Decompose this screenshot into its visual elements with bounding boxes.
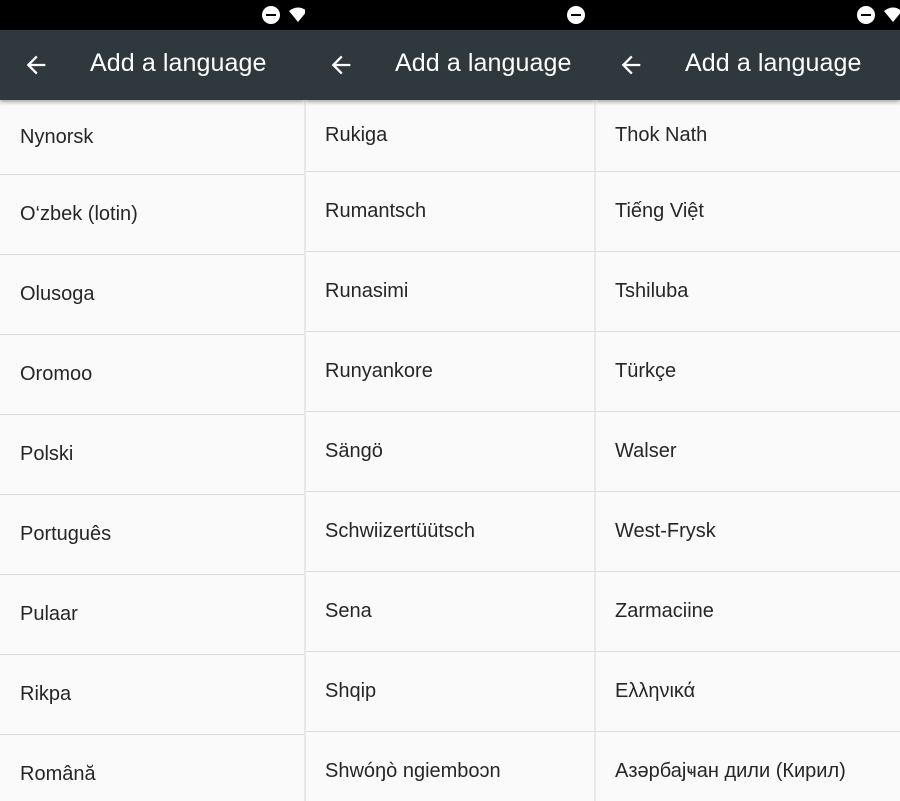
language-item[interactable]: Sängö [305, 412, 595, 492]
page-title: Add a language [685, 49, 862, 77]
page-title: Add a language [395, 49, 572, 77]
language-item[interactable]: Walser [595, 412, 900, 492]
language-item[interactable]: Shwóŋò ngiemboɔn [305, 732, 595, 801]
wifi-icon [884, 7, 900, 22]
language-item[interactable]: Sena [305, 572, 595, 652]
app-bar: Add a language [0, 30, 305, 100]
do-not-disturb-icon [567, 6, 585, 24]
app-bar: Add a language [595, 30, 900, 100]
status-icons [262, 6, 305, 24]
do-not-disturb-icon [262, 6, 280, 24]
language-item[interactable]: Tiếng Việt [595, 172, 900, 252]
language-list: Rukiga Rumantsch Runasimi Runyankore Sän… [305, 100, 595, 801]
panel-3: Add a language Thok Nath Tiếng Việt Tshi… [595, 0, 900, 801]
panel-1: Add a language Nynorsk O‘zbek (lotin) Ol… [0, 0, 305, 801]
language-item[interactable]: Thok Nath [595, 100, 900, 172]
status-bar [595, 0, 900, 30]
language-item[interactable]: Runyankore [305, 332, 595, 412]
screenshot-collage: Add a language Nynorsk O‘zbek (lotin) Ol… [0, 0, 900, 801]
language-list: Thok Nath Tiếng Việt Tshiluba Türkçe Wal… [595, 100, 900, 801]
panel-2: Add a language Rukiga Rumantsch Runasimi… [305, 0, 595, 801]
language-item[interactable]: Polski [0, 415, 305, 495]
app-bar: Add a language [305, 30, 595, 100]
language-item[interactable]: Oromoo [0, 335, 305, 415]
language-item[interactable]: Ελληνικά [595, 652, 900, 732]
back-arrow-icon[interactable] [617, 51, 645, 79]
language-item[interactable]: Азәрбајҹан дили (Кирил) [595, 732, 900, 801]
language-item[interactable]: Olusoga [0, 255, 305, 335]
language-item[interactable]: Português [0, 495, 305, 575]
language-item[interactable]: Rikpa [0, 655, 305, 735]
language-item[interactable]: Tshiluba [595, 252, 900, 332]
back-arrow-icon[interactable] [22, 51, 50, 79]
language-list: Nynorsk O‘zbek (lotin) Olusoga Oromoo Po… [0, 100, 305, 801]
status-bar [0, 0, 305, 30]
panel-divider [304, 100, 306, 801]
back-arrow-icon[interactable] [327, 51, 355, 79]
do-not-disturb-icon [857, 6, 875, 24]
language-item[interactable]: Rukiga [305, 100, 595, 172]
language-item[interactable]: Türkçe [595, 332, 900, 412]
language-item[interactable]: Rumantsch [305, 172, 595, 252]
language-item[interactable]: Schwiizertüütsch [305, 492, 595, 572]
language-item[interactable]: Runasimi [305, 252, 595, 332]
wifi-icon [289, 7, 305, 22]
status-icons [857, 6, 900, 24]
panel-divider [594, 100, 596, 801]
language-item[interactable]: O‘zbek (lotin) [0, 175, 305, 255]
status-icons [567, 6, 585, 24]
page-title: Add a language [90, 49, 267, 77]
language-item[interactable]: Shqip [305, 652, 595, 732]
language-item[interactable]: Română [0, 735, 305, 801]
language-item[interactable]: Pulaar [0, 575, 305, 655]
language-item[interactable]: Zarmaciine [595, 572, 900, 652]
status-bar [305, 0, 595, 30]
language-item[interactable]: West-Frysk [595, 492, 900, 572]
language-item[interactable]: Nynorsk [0, 100, 305, 175]
